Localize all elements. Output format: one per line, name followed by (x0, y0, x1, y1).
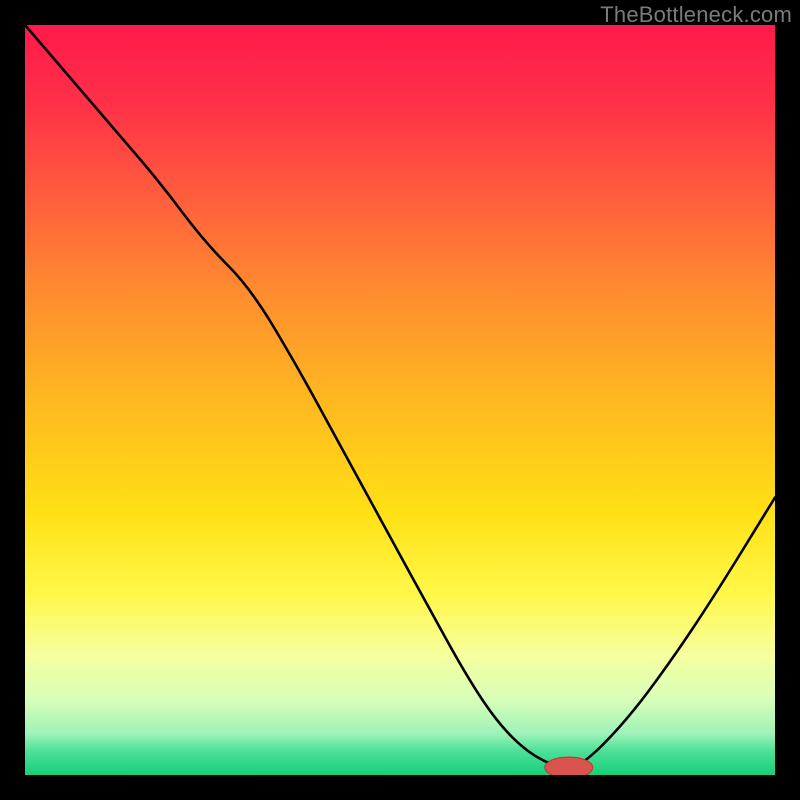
min-marker (545, 757, 593, 775)
chart-background (25, 25, 775, 775)
watermark-text: TheBottleneck.com (600, 2, 792, 28)
chart-svg (25, 25, 775, 775)
chart-frame (25, 25, 775, 775)
